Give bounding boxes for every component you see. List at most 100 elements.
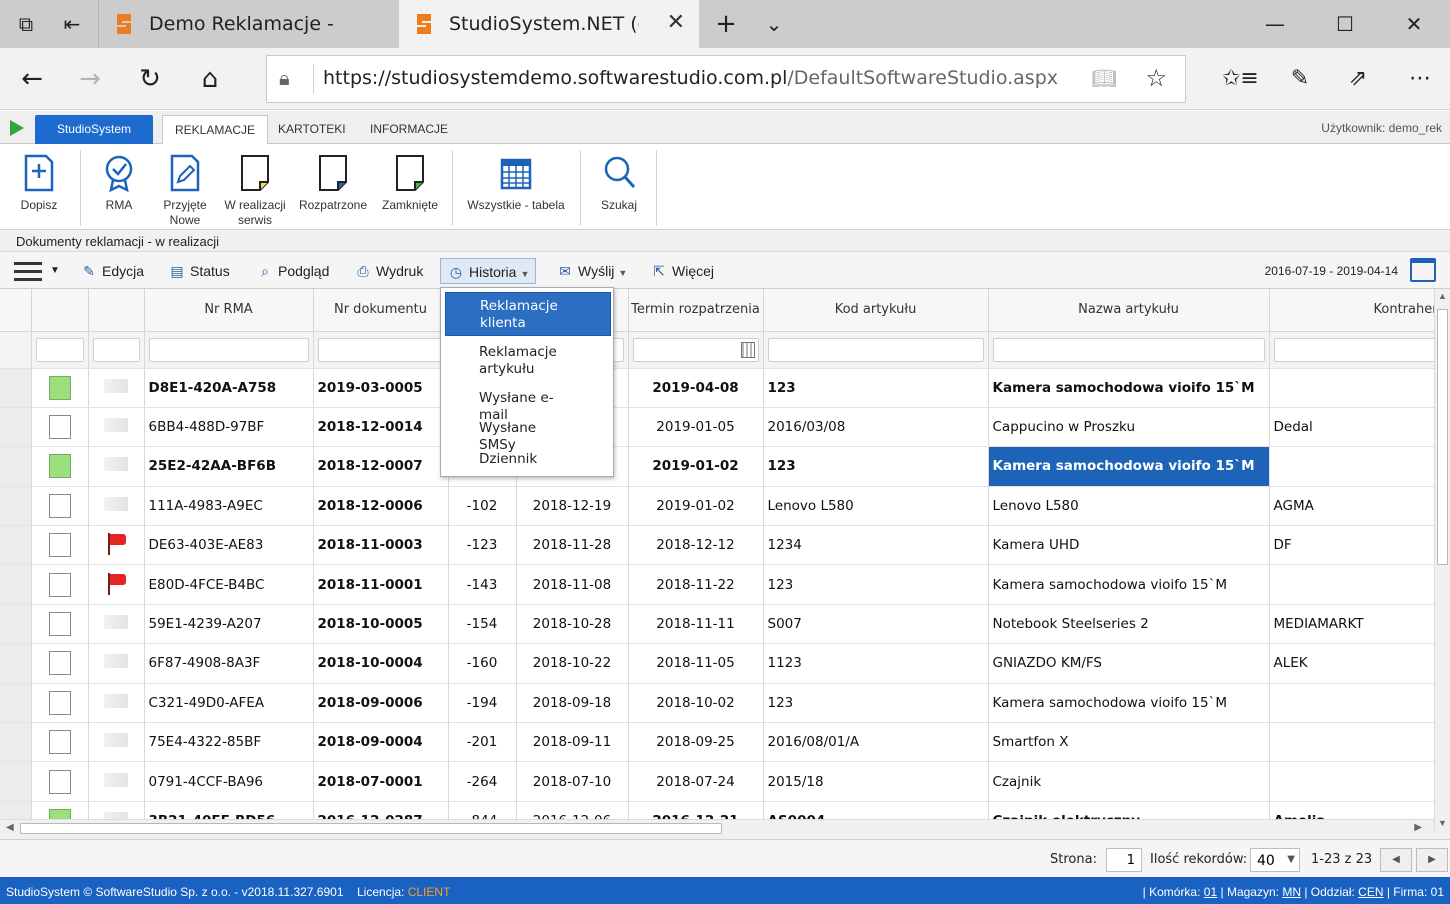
row-checkbox[interactable]: [48, 769, 71, 794]
row-selector[interactable]: [0, 722, 32, 763]
wyslij-button[interactable]: ✉ Wyślij ▼: [556, 258, 627, 284]
page-input[interactable]: 1: [1106, 848, 1142, 872]
home-icon[interactable]: ⌂: [192, 62, 228, 96]
row-selector[interactable]: [0, 486, 32, 527]
back-icon[interactable]: ←: [14, 62, 50, 96]
favorites-list-icon[interactable]: ✩≡: [1222, 62, 1259, 96]
filter-date-input[interactable]: [632, 337, 759, 362]
row-checkbox[interactable]: [48, 493, 71, 518]
ribbon-zamkniete-button[interactable]: Zamknięte: [378, 148, 442, 228]
set-aside-tabs-icon[interactable]: ⇤: [58, 10, 86, 38]
menu-item-dziennik[interactable]: Dziennik: [445, 447, 611, 472]
chevron-down-icon[interactable]: ⌄: [760, 10, 788, 38]
flag-placeholder-icon[interactable]: [104, 418, 128, 433]
wiecej-button[interactable]: ⇱ Więcej: [650, 258, 714, 284]
table-row[interactable]: 25E2-42AA-BF6B 2018-12-0007 2019-01-02 123 K…: [0, 446, 1442, 487]
row-checkbox[interactable]: [48, 690, 71, 715]
hamburger-menu-icon[interactable]: [14, 262, 42, 281]
filter-input[interactable]: [1273, 337, 1437, 362]
row-checkbox[interactable]: [48, 612, 71, 637]
minimize-icon[interactable]: —: [1255, 8, 1295, 40]
flag-placeholder-icon[interactable]: [104, 772, 128, 787]
row-checkbox[interactable]: [48, 533, 71, 558]
row-checkbox[interactable]: [48, 415, 71, 440]
column-header[interactable]: Kontrahen: [1269, 289, 1442, 332]
row-selector[interactable]: [0, 643, 32, 684]
menu-tab-kartoteki[interactable]: KARTOTEKI: [266, 115, 358, 145]
flag-placeholder-icon[interactable]: [104, 615, 128, 630]
filter-input[interactable]: [92, 337, 140, 362]
flag-placeholder-icon[interactable]: [104, 693, 128, 708]
column-header[interactable]: Nazwa artykułu: [988, 289, 1270, 332]
row-selector[interactable]: [0, 683, 32, 724]
column-header[interactable]: Kod artykułu: [763, 289, 989, 332]
edycja-button[interactable]: ✎ Edycja: [80, 258, 144, 284]
column-header[interactable]: Termin rozpatrzenia: [628, 289, 764, 332]
flag-placeholder-icon[interactable]: [104, 378, 128, 393]
filter-input[interactable]: [992, 337, 1265, 362]
share-icon[interactable]: ⇗: [1340, 62, 1376, 96]
table-row[interactable]: 75E4-4322-85BF 2018-09-0004 -201 2018-09-11…: [0, 722, 1442, 763]
menu-item-reklamacje-klienta[interactable]: Reklamacje klienta: [445, 292, 611, 336]
historia-button[interactable]: ◷ Historia ▼: [440, 258, 537, 284]
filter-input[interactable]: [148, 337, 309, 362]
close-tab-icon[interactable]: ✕: [667, 10, 685, 35]
magazyn-link[interactable]: MN: [1282, 885, 1301, 899]
wydruk-button[interactable]: ⎙ Wydruk: [354, 258, 423, 284]
red-flag-icon[interactable]: [104, 571, 128, 595]
calendar-icon[interactable]: [1410, 258, 1436, 282]
reading-view-icon[interactable]: 📖︎: [1092, 66, 1117, 90]
horizontal-scrollbar[interactable]: ◀ ▶: [0, 819, 1434, 836]
forward-icon[interactable]: →: [72, 62, 108, 96]
filter-input[interactable]: [35, 337, 84, 362]
table-row[interactable]: DE63-403E-AE83 2018-11-0003 -123 2018-11-28…: [0, 525, 1442, 566]
flag-placeholder-icon[interactable]: [104, 733, 128, 748]
menu-tab-reklamacje[interactable]: REKLAMACJE: [162, 115, 269, 145]
row-checkbox[interactable]: [48, 730, 71, 755]
oddzial-link[interactable]: CEN: [1358, 885, 1383, 899]
ribbon-dopisz-button[interactable]: Dopisz: [10, 148, 68, 228]
row-selector[interactable]: [0, 407, 32, 448]
table-row[interactable]: 111A-4983-A9EC 2018-12-0006 -102 2018-12-19…: [0, 486, 1442, 527]
row-checkbox[interactable]: [48, 572, 71, 597]
pen-icon[interactable]: ✎: [1282, 62, 1318, 96]
status-button[interactable]: ▤ Status: [168, 258, 229, 284]
scroll-left-icon[interactable]: ◀: [6, 822, 14, 833]
row-selector[interactable]: [0, 368, 32, 408]
table-row[interactable]: 6F87-4908-8A3F 2018-10-0004 -160 2018-10-22…: [0, 643, 1442, 684]
row-selector[interactable]: [0, 761, 32, 802]
table-row[interactable]: 59E1-4239-A207 2018-10-0005 -154 2018-10-28…: [0, 604, 1442, 645]
table-row[interactable]: D8E1-420A-A758 2019-03-0005 2019-04-08 123 K…: [0, 368, 1442, 408]
row-selector[interactable]: [0, 446, 32, 487]
menu-item-reklamacje-artykulu[interactable]: Reklamacje artykułu: [445, 340, 611, 382]
tab-manager-icon[interactable]: ⧉: [12, 10, 40, 38]
row-selector[interactable]: [0, 564, 32, 605]
table-row[interactable]: E80D-4FCE-B4BC 2018-11-0001 -143 2018-11-08…: [0, 564, 1442, 605]
ribbon-przyjete-button[interactable]: Przyjęte Nowe: [156, 148, 214, 228]
more-icon[interactable]: ⋯: [1402, 62, 1438, 96]
flag-placeholder-icon[interactable]: [104, 457, 128, 472]
refresh-icon[interactable]: ↻: [132, 62, 168, 96]
close-window-icon[interactable]: ✕: [1394, 8, 1434, 40]
scroll-right-icon[interactable]: ▶: [1414, 822, 1422, 833]
red-flag-icon[interactable]: [104, 531, 128, 556]
favorite-star-icon[interactable]: ☆: [1145, 64, 1167, 92]
next-page-button[interactable]: ▶: [1416, 848, 1448, 872]
browser-tab-demo[interactable]: Demo Reklamacje - Demo c: [98, 0, 398, 48]
calendar-icon[interactable]: [740, 341, 755, 358]
flag-placeholder-icon[interactable]: [104, 496, 128, 511]
hamburger-chevron-down-icon[interactable]: ▼: [50, 258, 60, 284]
url-field[interactable]: 🔒︎ https://studiosystemdemo.softwarestud…: [266, 55, 1186, 103]
ribbon-rma-button[interactable]: RMA: [92, 148, 146, 228]
records-per-page-select[interactable]: 40 ▼: [1250, 848, 1300, 872]
ribbon-w-realizacji-button[interactable]: W realizacji serwis: [222, 148, 288, 228]
ribbon-wszystkie-tabela-button[interactable]: Wszystkie - tabela: [462, 148, 570, 228]
row-checkbox[interactable]: [48, 651, 71, 676]
flag-placeholder-icon[interactable]: [104, 654, 128, 669]
table-row[interactable]: 6BB4-488D-97BF 2018-12-0014 2019-01-05 2016…: [0, 407, 1442, 448]
ribbon-rozpatrzone-button[interactable]: Rozpatrzone: [298, 148, 368, 228]
podglad-button[interactable]: ⌕ Podgląd: [256, 258, 329, 284]
row-selector[interactable]: [0, 525, 32, 566]
filter-input[interactable]: [767, 337, 984, 362]
komorka-link[interactable]: 01: [1204, 885, 1217, 899]
